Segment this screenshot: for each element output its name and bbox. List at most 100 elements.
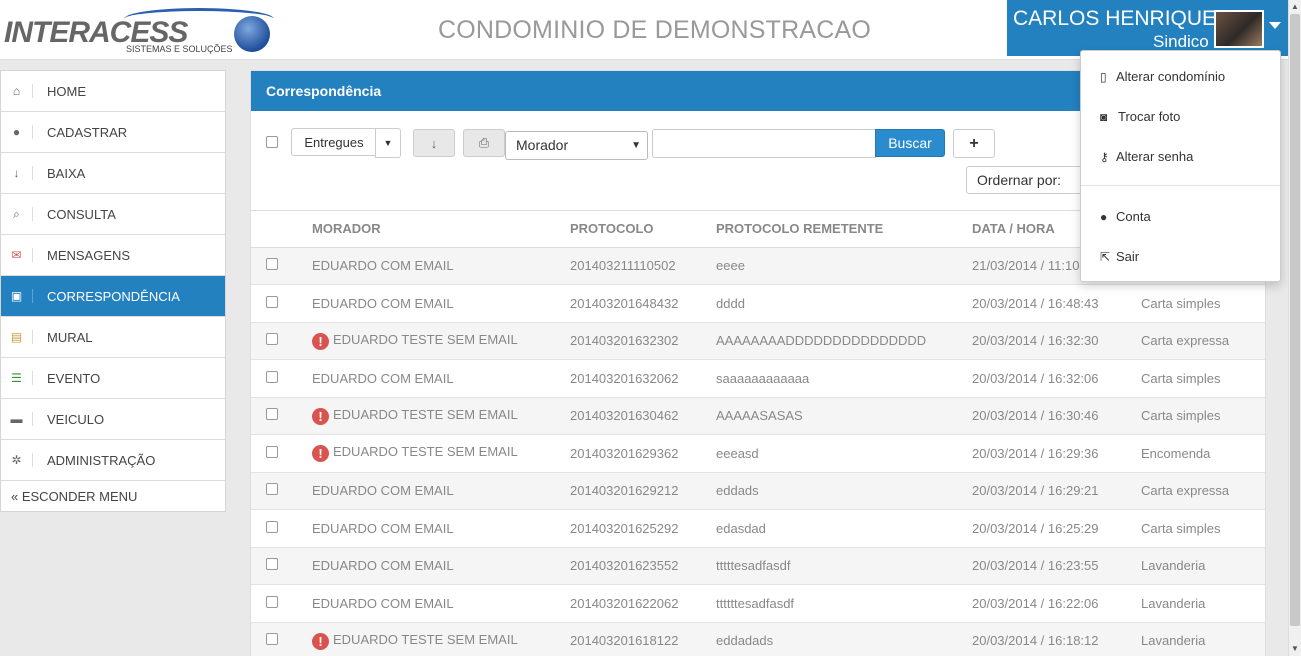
cell-morador: EDUARDO COM EMAIL — [312, 258, 454, 274]
sidebar-item-label: BAIXA — [47, 165, 86, 181]
camera-icon: ◙ — [1100, 109, 1108, 124]
cell-protocolo: 201403201622062 — [570, 584, 716, 623]
row-checkbox[interactable] — [266, 408, 278, 421]
cell-protocolo-remetente: eddads — [716, 472, 972, 510]
user-role: Sindico — [1153, 32, 1209, 51]
row-checkbox[interactable] — [266, 483, 278, 496]
warning-icon: ! — [312, 632, 329, 650]
row-checkbox[interactable] — [266, 258, 278, 271]
cell-morador: EDUARDO TESTE SEM EMAIL — [333, 444, 518, 460]
sidebar-item-mural[interactable]: ▤ MURAL — [1, 317, 225, 358]
col-protocolo[interactable]: PROTOCOLO — [570, 211, 716, 248]
cell-data-hora: 20/03/2014 / 16:29:21 — [972, 472, 1141, 510]
cell-morador: EDUARDO COM EMAIL — [312, 558, 454, 574]
row-checkbox[interactable] — [266, 633, 278, 646]
row-checkbox[interactable] — [266, 445, 278, 458]
cog-icon: ✲ — [1, 453, 33, 467]
sidebar-item-cadastrar[interactable]: ● CADASTRAR — [1, 112, 225, 153]
sidebar-item-label: HOME — [47, 83, 86, 99]
cell-data-hora: 20/03/2014 / 16:30:46 — [972, 397, 1141, 435]
cell-data-hora: 20/03/2014 / 16:22:06 — [972, 584, 1141, 623]
cell-protocolo-remetente: AAAAAAAADDDDDDDDDDDDDDD — [716, 322, 972, 360]
cell-protocolo-remetente: ttttttesadfasdf — [716, 584, 972, 623]
download-button[interactable]: ↓ — [413, 129, 455, 157]
cell-protocolo: 201403201629362 — [570, 434, 716, 473]
sidebar-item-consulta[interactable]: ⌕ CONSULTA — [1, 194, 225, 235]
cell-protocolo: 201403201632302 — [570, 322, 716, 360]
cell-tipo: Carta expressa — [1141, 322, 1265, 360]
cell-tipo: Carta simples — [1141, 359, 1265, 398]
table-row[interactable]: ! EDUARDO TESTE SEM EMAIL 201403201618122 e… — [251, 622, 1265, 656]
scroll-down-icon[interactable]: ▼ — [1291, 644, 1299, 653]
menu-item-alterar-condominio[interactable]: ▯ Alterar condomínio — [1100, 69, 1225, 84]
search-field-select[interactable]: Morador ▼ — [505, 131, 648, 160]
menu-item-conta[interactable]: ● Conta — [1100, 209, 1151, 224]
table-row[interactable]: EDUARDO COM EMAIL 201403201648432 dddd 20/0… — [251, 284, 1265, 323]
user-menu-toggle[interactable]: CARLOS HENRIQUE Sindico — [1007, 0, 1289, 56]
col-protocolo-remetente[interactable]: PROTOCOLO REMETENTE — [716, 211, 972, 248]
filter-button[interactable]: Entregues — [291, 128, 377, 156]
table-row[interactable]: EDUARDO COM EMAIL 201403201625292 edasdad 2… — [251, 509, 1265, 548]
print-button[interactable]: ⎙ — [463, 129, 505, 157]
row-checkbox[interactable] — [266, 295, 278, 308]
row-checkbox[interactable] — [266, 333, 278, 346]
cell-data-hora: 20/03/2014 / 16:48:43 — [972, 284, 1141, 323]
table-row[interactable]: ! EDUARDO TESTE SEM EMAIL 201403201630462 A… — [251, 397, 1265, 435]
col-morador[interactable]: MORADOR — [312, 211, 570, 248]
cell-protocolo-remetente: tttttesadfasdf — [716, 547, 972, 585]
cell-protocolo-remetente: eeee — [716, 247, 972, 285]
page-scrollbar[interactable]: ▲ ▼ — [1288, 0, 1301, 656]
menu-item-label: Conta — [1116, 209, 1151, 224]
caret-down-icon: ▼ — [631, 140, 641, 151]
cell-protocolo-remetente: edasdad — [716, 509, 972, 548]
row-checkbox[interactable] — [266, 370, 278, 383]
cell-morador: EDUARDO COM EMAIL — [312, 370, 454, 386]
search-input[interactable] — [652, 129, 876, 158]
scroll-up-icon[interactable]: ▲ — [1291, 2, 1299, 11]
row-checkbox[interactable] — [266, 520, 278, 533]
search-button[interactable]: Buscar — [875, 129, 945, 157]
menu-item-label: Trocar foto — [1118, 109, 1181, 124]
menu-divider — [1081, 185, 1280, 186]
sidebar-item-administracao[interactable]: ✲ ADMINISTRAÇÃO — [1, 440, 225, 481]
user-icon: ● — [1, 125, 33, 139]
add-button[interactable]: + — [953, 129, 995, 158]
menu-item-sair[interactable]: ⇱ Sair — [1100, 249, 1139, 264]
arrow-down-icon: ↓ — [430, 135, 438, 151]
caret-down-icon — [1269, 22, 1281, 29]
table-row[interactable]: EDUARDO COM EMAIL 201403201623552 tttttesa… — [251, 547, 1265, 585]
sidebar-item-mensagens[interactable]: ✉ MENSAGENS — [1, 235, 225, 276]
brand-logo[interactable]: INTERACESS SISTEMAS E SOLUÇÕES — [4, 6, 274, 58]
sidebar-item-correspondencia[interactable]: ▣ CORRESPONDÊNCIA — [1, 276, 225, 317]
sidebar-item-veiculo[interactable]: ▬ VEICULO — [1, 399, 225, 440]
row-checkbox[interactable] — [266, 595, 278, 608]
table-row[interactable]: EDUARDO COM EMAIL 201403201632062 saaaaaaa… — [251, 359, 1265, 398]
row-checkbox[interactable] — [266, 558, 278, 571]
hide-menu-button[interactable]: « ESCONDER MENU — [1, 481, 225, 511]
cell-morador: EDUARDO COM EMAIL — [312, 595, 454, 611]
filter-dropdown-toggle[interactable]: ▼ — [375, 128, 401, 158]
menu-item-alterar-senha[interactable]: ⚷ Alterar senha — [1100, 149, 1193, 164]
sidebar-item-label: EVENTO — [47, 370, 101, 386]
cell-protocolo: 201403201632062 — [570, 359, 716, 398]
cell-tipo: Carta simples — [1141, 284, 1265, 323]
bulletin-icon: ▤ — [1, 330, 33, 344]
table-row[interactable]: EDUARDO COM EMAIL 201403201629212 eddads 20… — [251, 472, 1265, 510]
cell-protocolo: 201403201625292 — [570, 509, 716, 548]
globe-icon — [234, 16, 270, 52]
sidebar-item-home[interactable]: ⌂ HOME — [1, 71, 225, 112]
home-icon: ⌂ — [1, 84, 33, 98]
menu-item-trocar-foto[interactable]: ◙ Trocar foto — [1100, 109, 1180, 124]
table-row[interactable]: EDUARDO COM EMAIL 201403201622062 ttttttes… — [251, 584, 1265, 623]
select-all-checkbox[interactable] — [266, 136, 278, 148]
table-row[interactable]: ! EDUARDO TESTE SEM EMAIL 201403201632302 A… — [251, 322, 1265, 360]
cell-protocolo: 201403201629212 — [570, 472, 716, 510]
scroll-thumb[interactable] — [1290, 14, 1300, 626]
cell-morador: EDUARDO COM EMAIL — [312, 295, 454, 311]
sidebar-item-baixa[interactable]: ↓ BAIXA — [1, 153, 225, 194]
order-by-select[interactable]: Ordernar por: — [966, 166, 1096, 194]
cell-data-hora: 20/03/2014 / 16:32:30 — [972, 322, 1141, 360]
sidebar-item-evento[interactable]: ☰ EVENTO — [1, 358, 225, 399]
cell-data-hora: 20/03/2014 / 16:29:36 — [972, 434, 1141, 473]
table-row[interactable]: ! EDUARDO TESTE SEM EMAIL 201403201629362 e… — [251, 434, 1265, 473]
